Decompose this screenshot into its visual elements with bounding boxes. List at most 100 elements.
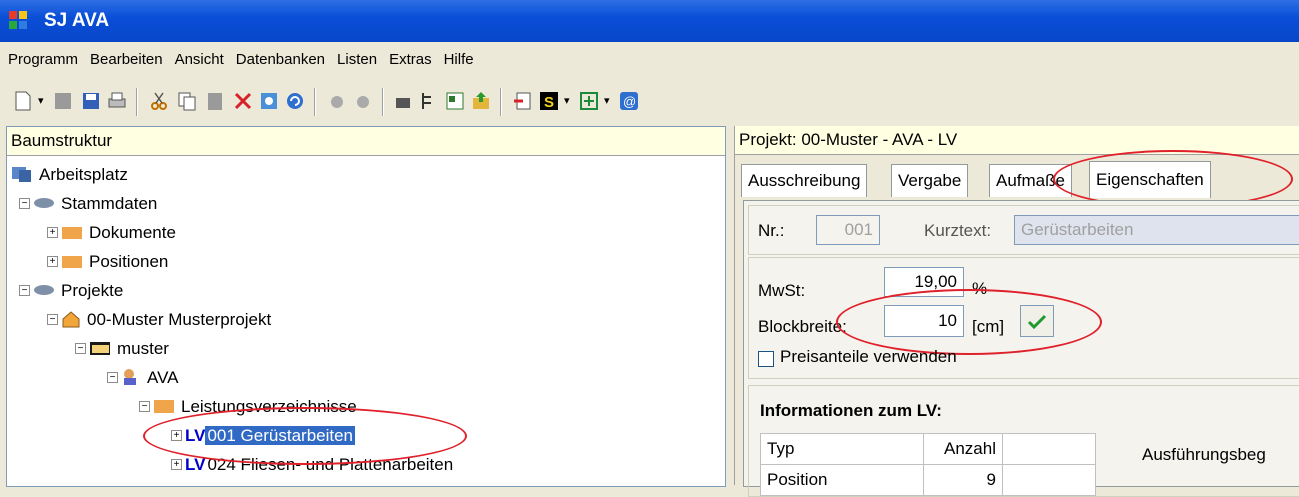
dropdown-arrow-icon[interactable]: ▾ — [564, 94, 570, 107]
workstation-icon — [12, 166, 31, 182]
tree-item-ava[interactable]: − AVA — [107, 363, 181, 392]
table-header-row: Typ Anzahl — [760, 433, 1096, 465]
collapse-icon[interactable]: − — [139, 401, 150, 413]
expand-icon[interactable]: + — [171, 430, 182, 442]
delete-icon[interactable] — [232, 90, 254, 112]
paste-icon — [208, 93, 222, 110]
mwst-unit: % — [972, 279, 988, 298]
tab-ausschreibung[interactable]: Ausschreibung — [741, 164, 868, 197]
tree-panel-header: Baumstruktur — [7, 127, 725, 156]
open-folder-icon — [154, 399, 174, 413]
layout-icon[interactable] — [444, 90, 466, 112]
menu-extras[interactable]: Extras — [383, 42, 438, 78]
tree-panel: Baumstruktur Arbeitsplatz − Stammdaten + D… — [6, 126, 726, 487]
tree-item-musterprojekt[interactable]: −00-Muster Musterprojekt — [47, 305, 273, 334]
folder-icon — [62, 226, 82, 239]
export-icon[interactable] — [470, 90, 492, 112]
network-icon[interactable] — [578, 90, 600, 112]
table-cell: Position — [760, 464, 924, 496]
blockbreite-label: Blockbreite: — [758, 317, 847, 336]
tool-b-icon — [357, 96, 369, 108]
info-title: Informationen zum LV: — [760, 401, 942, 420]
house-icon — [62, 310, 80, 328]
lv-tag: LV — [185, 426, 206, 445]
menu-hilfe[interactable]: Hilfe — [438, 42, 480, 78]
mwst-label: MwSt: — [758, 281, 806, 300]
nr-label: Nr.: — [758, 221, 785, 240]
refresh-icon[interactable] — [284, 90, 306, 112]
collapse-icon[interactable]: − — [19, 285, 30, 297]
tab-eigenschaften[interactable]: Eigenschaften — [1089, 161, 1211, 198]
database-icon — [34, 197, 54, 208]
tree-item-muster[interactable]: − muster — [75, 334, 171, 363]
svg-text:@: @ — [623, 94, 636, 109]
tree-item-dokumente[interactable]: + Dokumente — [47, 218, 178, 247]
collapse-icon[interactable]: − — [107, 372, 118, 384]
open-folder-icon — [90, 341, 110, 355]
expand-icon[interactable]: + — [47, 256, 58, 268]
blockbreite-input[interactable]: 10 — [884, 305, 964, 337]
blockbreite-unit: [cm] — [972, 317, 1005, 336]
s-module-icon[interactable]: S — [538, 90, 560, 112]
tree-item-lv-024[interactable]: + LV 024 Fliesen- und Plattenarbeiten — [171, 450, 455, 479]
menu-bearbeiten[interactable]: Bearbeiten — [84, 42, 169, 78]
tree-item-leistungsverzeichnisse[interactable]: − Leistungsverzeichnisse — [139, 392, 359, 421]
app-icon — [9, 11, 27, 29]
email-icon[interactable]: @ — [618, 90, 640, 112]
kurztext-label: Kurztext: — [924, 221, 992, 240]
tree-item-stammdaten[interactable]: − Stammdaten — [19, 189, 159, 218]
table-header-anzahl: Anzahl — [923, 433, 1003, 465]
table-cell: 9 — [923, 464, 1003, 496]
expand-icon[interactable]: + — [47, 227, 58, 239]
details-panel-header: Projekt: 00-Muster - AVA - LV — [735, 126, 1299, 155]
tool-a-icon — [331, 96, 343, 108]
user-icon — [124, 368, 136, 385]
import-icon[interactable] — [512, 90, 534, 112]
folder-icon — [62, 255, 82, 268]
tab-aufmasse[interactable]: Aufmaße — [989, 164, 1072, 197]
table-row: Position 9 — [760, 464, 1096, 496]
menu-programm[interactable]: Programm — [2, 42, 84, 78]
properties-icon[interactable] — [258, 90, 280, 112]
tree-item-projekte[interactable]: − Projekte — [19, 276, 125, 305]
nr-field: 001 — [816, 215, 880, 245]
collapse-icon[interactable]: − — [19, 198, 30, 210]
checkmark-icon — [1027, 314, 1047, 330]
confirm-button[interactable] — [1020, 305, 1054, 337]
tree-item-label-selected: 001 Gerüstarbeiten — [205, 426, 356, 445]
disabled-save-icon — [55, 93, 71, 109]
dropdown-arrow-icon[interactable]: ▾ — [38, 94, 44, 107]
details-panel: Projekt: 00-Muster - AVA - LV Ausschreib… — [734, 126, 1299, 497]
expand-icon[interactable]: + — [171, 459, 182, 471]
preisanteile-label: Preisanteile verwenden — [780, 347, 957, 366]
lv-tag: LV — [185, 455, 206, 474]
new-document-icon[interactable] — [12, 90, 34, 112]
print-icon[interactable] — [106, 90, 128, 112]
tab-vergabe[interactable]: Vergabe — [891, 164, 969, 197]
tree-item-positionen[interactable]: + Positionen — [47, 247, 170, 276]
mwst-input[interactable]: 19,00 — [884, 267, 964, 297]
database-icon — [34, 284, 54, 295]
collapse-icon[interactable]: − — [47, 314, 58, 326]
svg-text:S: S — [544, 94, 554, 111]
tree-item-lv-001[interactable]: + LV 001 Gerüstarbeiten — [171, 421, 356, 450]
menu-listen[interactable]: Listen — [331, 42, 383, 78]
menu-datenbanken[interactable]: Datenbanken — [230, 42, 331, 78]
cut-icon[interactable] — [148, 90, 170, 112]
copy-icon[interactable] — [176, 90, 198, 112]
ausfuehrung-label: Ausführungsbeg — [1142, 445, 1266, 464]
table-header-typ: Typ — [760, 433, 924, 465]
save-icon[interactable] — [80, 90, 102, 112]
menu-bar: Programm Bearbeiten Ansicht Datenbanken List… — [0, 42, 1299, 78]
title-bar: SJ AVA — [0, 0, 1299, 42]
window-title: SJ AVA — [44, 10, 110, 31]
collapse-icon[interactable]: − — [75, 343, 86, 355]
tree-view-icon[interactable] — [418, 90, 440, 112]
stamp-icon[interactable] — [392, 90, 414, 112]
kurztext-field: Gerüstarbeiten — [1014, 215, 1299, 245]
preisanteile-checkbox[interactable] — [758, 351, 774, 367]
dropdown-arrow-icon[interactable]: ▾ — [604, 94, 610, 107]
info-table: Typ Anzahl Position 9 — [760, 433, 1096, 496]
tree-item-arbeitsplatz[interactable]: Arbeitsplatz — [11, 160, 130, 189]
menu-ansicht[interactable]: Ansicht — [169, 42, 230, 78]
